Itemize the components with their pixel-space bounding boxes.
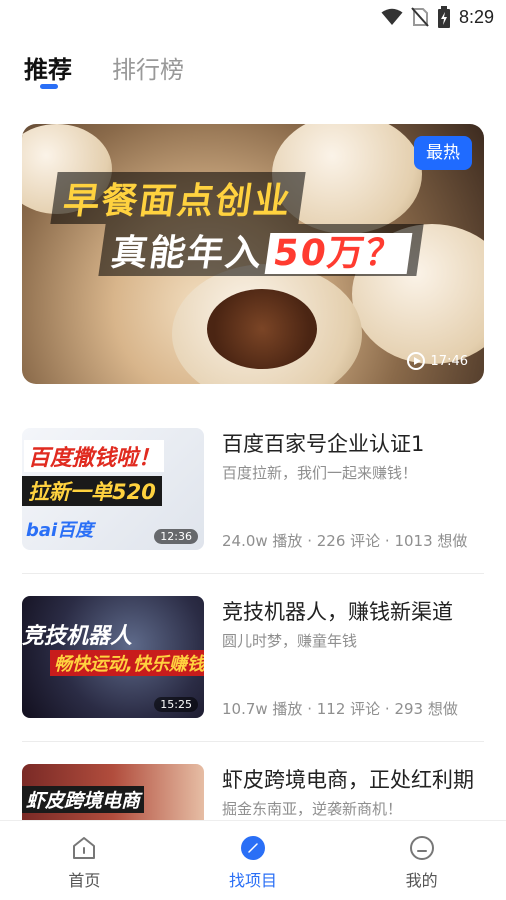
hero-duration: 17:46 <box>406 352 468 370</box>
status-time: 8:29 <box>458 6 494 27</box>
list-item[interactable]: 竞技机器人 畅快运动,快乐赚钱 15:25 竞技机器人，赚钱新渠道 圆儿时梦，赚… <box>22 596 484 764</box>
hero-title-line2-text: 真能年入 <box>108 233 267 274</box>
hero-title-line1: 早餐面点创业 <box>50 172 306 224</box>
tab-recommend-label: 推荐 <box>24 56 72 84</box>
list-item-subtitle: 掘金东南亚，逆袭新商机！ <box>222 800 403 818</box>
list-item-title: 百度百家号企业认证1 <box>222 432 425 456</box>
home-icon <box>73 837 96 859</box>
battery-charging-icon <box>437 6 450 28</box>
no-sim-icon <box>411 7 429 27</box>
nav-item-find-project[interactable]: 找项目 <box>169 821 338 900</box>
tab-recommend[interactable]: 推荐 <box>24 50 72 89</box>
tab-active-indicator <box>40 84 58 89</box>
thumbnail-text: 竞技机器人 <box>22 624 133 649</box>
thumbnail-text: 拉新一单520 <box>22 476 162 506</box>
thumbnail-duration: 15:25 <box>154 697 198 712</box>
hero-image-filling <box>207 289 317 369</box>
divider <box>22 573 484 574</box>
tab-ranking[interactable]: 排行榜 <box>112 50 184 85</box>
top-tabs: 推荐 排行榜 <box>24 50 184 89</box>
list-item-title: 竞技机器人，赚钱新渠道 <box>222 600 453 624</box>
hero-duration-text: 17:46 <box>430 353 468 369</box>
tab-ranking-label: 排行榜 <box>112 56 184 84</box>
thumbnail-duration: 12:36 <box>154 529 198 544</box>
list-item-thumbnail: 百度撒钱啦！ 拉新一单520 bai百度 12:36 <box>22 428 204 550</box>
thumbnail-text: 百度撒钱啦！ <box>24 440 165 472</box>
hero-title-highlight: 50万？ <box>264 233 413 274</box>
nav-label-find-project: 找项目 <box>229 871 278 890</box>
list-item-subtitle: 圆儿时梦，赚童年钱 <box>222 632 358 650</box>
divider <box>22 741 484 742</box>
status-bar: 8:29 <box>0 0 506 34</box>
list-item-stats: 24.0w 播放 · 226 评论 · 1013 想做 <box>222 532 468 550</box>
nav-label-profile: 我的 <box>405 871 438 890</box>
compass-icon <box>241 836 265 860</box>
list-item-title: 虾皮跨境电商，正处红利期 <box>222 768 474 792</box>
profile-icon <box>409 836 434 860</box>
list-item-thumbnail: 竞技机器人 畅快运动,快乐赚钱 15:25 <box>22 596 204 718</box>
wifi-icon <box>381 8 403 25</box>
status-icons: 8:29 <box>381 6 494 28</box>
hero-banner[interactable]: 早餐面点创业 真能年入 50万？ 最热 17:46 <box>22 124 484 384</box>
list-item-stats: 10.7w 播放 · 112 评论 · 293 想做 <box>222 700 458 718</box>
play-icon <box>406 352 425 370</box>
thumbnail-brand: bai百度 <box>26 520 94 541</box>
hot-badge: 最热 <box>414 136 472 170</box>
thumbnail-text: 虾皮跨境电商 <box>22 786 145 813</box>
thumbnail-text: 畅快运动,快乐赚钱 <box>50 650 204 676</box>
nav-item-home[interactable]: 首页 <box>0 821 169 900</box>
nav-item-profile[interactable]: 我的 <box>337 821 506 900</box>
list-item[interactable]: 百度撒钱啦！ 拉新一单520 bai百度 12:36 百度百家号企业认证1 百度… <box>22 428 484 596</box>
bottom-nav: 首页 找项目 我的 <box>0 820 506 900</box>
list-item-subtitle: 百度拉新，我们一起来赚钱！ <box>222 464 418 482</box>
hero-title-line2: 真能年入 50万？ <box>98 224 424 276</box>
nav-label-home: 首页 <box>68 871 101 890</box>
